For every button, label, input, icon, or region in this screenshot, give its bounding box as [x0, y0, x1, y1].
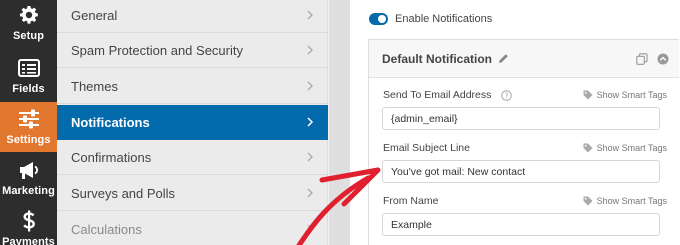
- menu-item-general[interactable]: General: [57, 0, 328, 33]
- notification-title: Default Notification: [382, 51, 492, 66]
- smart-tags-label: Show Smart Tags: [596, 196, 667, 206]
- tag-icon: [583, 196, 593, 206]
- show-smart-tags-link[interactable]: Show Smart Tags: [583, 196, 667, 206]
- copy-icon[interactable]: [636, 53, 648, 65]
- send-to-email-input[interactable]: {admin_email}: [382, 107, 660, 130]
- chevron-right-icon: [307, 45, 313, 55]
- toolbar-settings-label: Settings: [6, 134, 51, 146]
- menu-item-label: Notifications: [71, 114, 150, 130]
- chevron-right-icon: [307, 10, 313, 20]
- megaphone-icon: [18, 159, 40, 181]
- menu-item-label: Confirmations: [71, 149, 152, 165]
- send-to-email-label: Send To Email Address: [383, 89, 492, 101]
- menu-item-calculations[interactable]: Calculations: [57, 212, 328, 245]
- chevron-right-icon: [307, 152, 313, 162]
- enable-notifications-label: Enable Notifications: [395, 13, 493, 25]
- smart-tags-label: Show Smart Tags: [596, 143, 667, 153]
- menu-item-notifications[interactable]: Notifications: [57, 105, 328, 140]
- notification-card-header: Default Notification: [369, 40, 679, 78]
- chevron-right-icon: [307, 81, 313, 91]
- toolbar-marketing-label: Marketing: [2, 185, 55, 197]
- chevron-right-icon: [307, 188, 313, 198]
- panel-divider: [329, 0, 350, 245]
- email-subject-input[interactable]: You've got mail: New contact: [382, 160, 660, 183]
- help-icon[interactable]: ?: [501, 90, 512, 101]
- menu-item-label: Themes: [71, 78, 118, 94]
- menu-item-label: Spam Protection and Security: [71, 42, 243, 58]
- from-name-input[interactable]: Example: [382, 213, 660, 236]
- chevron-right-icon: [307, 224, 313, 234]
- show-smart-tags-link[interactable]: Show Smart Tags: [583, 143, 667, 153]
- enable-notifications-toggle[interactable]: [369, 13, 388, 25]
- menu-item-confirmations[interactable]: Confirmations: [57, 140, 328, 175]
- menu-item-label: General: [71, 7, 118, 23]
- toolbar-fields[interactable]: Fields: [0, 51, 57, 101]
- toolbar-setup[interactable]: Setup: [0, 0, 57, 48]
- menu-item-themes[interactable]: Themes: [57, 69, 328, 104]
- enable-notifications-row: Enable Notifications: [369, 13, 492, 25]
- menu-item-label: Surveys and Polls: [71, 185, 176, 201]
- notification-card: Default Notification Send To Email Addre…: [368, 39, 679, 245]
- settings-menu: General Spam Protection and Security The…: [57, 0, 328, 245]
- chevron-up-circle-icon[interactable]: [657, 53, 669, 65]
- chevron-right-icon: [307, 117, 314, 127]
- sliders-icon: [18, 108, 40, 130]
- notifications-panel: Enable Notifications Default Notificatio…: [350, 0, 680, 245]
- toolbar-settings[interactable]: Settings: [0, 102, 57, 152]
- list-icon: [17, 57, 40, 79]
- menu-item-spam-protection[interactable]: Spam Protection and Security: [57, 33, 328, 68]
- send-to-email-value: {admin_email}: [391, 112, 458, 125]
- toolbar-marketing[interactable]: Marketing: [0, 153, 57, 203]
- menu-item-label: Calculations: [71, 221, 142, 237]
- menu-item-surveys-polls[interactable]: Surveys and Polls: [57, 176, 328, 211]
- smart-tags-label: Show Smart Tags: [596, 90, 667, 100]
- tag-icon: [583, 90, 593, 100]
- toolbar-payments-label: Payments: [2, 236, 55, 245]
- gear-icon: [18, 4, 40, 26]
- show-smart-tags-link[interactable]: Show Smart Tags: [583, 90, 667, 100]
- from-name-value: Example: [391, 218, 432, 231]
- toolbar-setup-label: Setup: [12, 30, 45, 42]
- email-subject-value: You've got mail: New contact: [391, 165, 526, 178]
- email-subject-label: Email Subject Line: [383, 142, 470, 154]
- from-name-label: From Name: [383, 195, 439, 207]
- pencil-icon[interactable]: [498, 53, 509, 64]
- dollar-icon: [18, 210, 40, 232]
- toolbar-fields-label: Fields: [12, 83, 45, 95]
- tag-icon: [583, 143, 593, 153]
- toolbar-payments[interactable]: Payments: [0, 204, 57, 245]
- builder-toolbar: Setup Fields Settings Marketing Payments: [0, 0, 57, 245]
- svg-text:?: ?: [505, 91, 509, 100]
